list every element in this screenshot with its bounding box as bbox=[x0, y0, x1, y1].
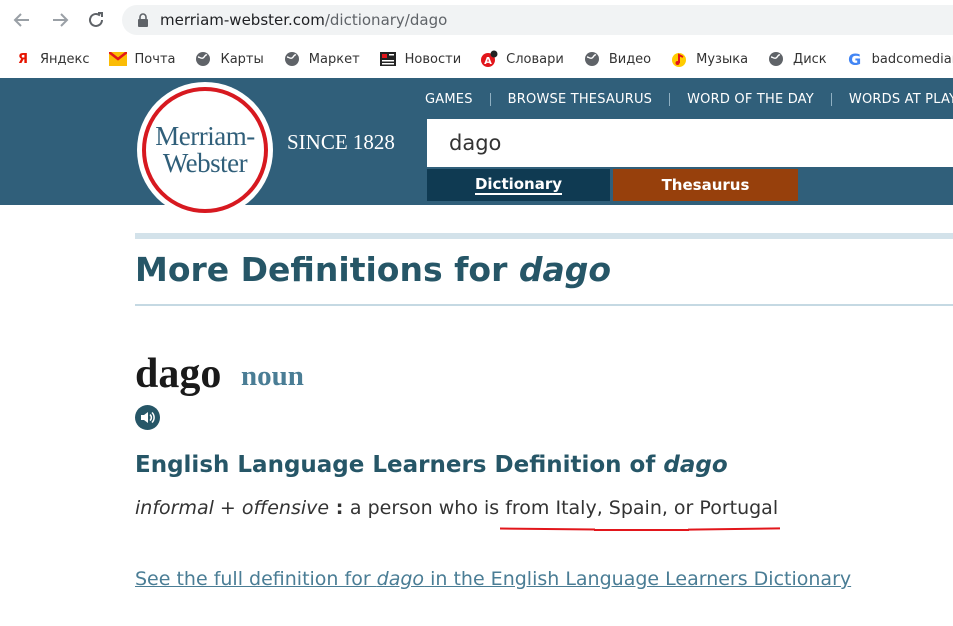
news-icon bbox=[379, 50, 397, 68]
top-navigation: GAMES BROWSE THESAURUS WORD OF THE DAY W… bbox=[425, 89, 953, 109]
reload-button[interactable] bbox=[84, 8, 108, 32]
bookmark-yandex[interactable]: Я Яндекс bbox=[14, 50, 90, 68]
bookmark-label: badcomedian - Г bbox=[871, 51, 953, 67]
bookmark-label: Почта bbox=[134, 51, 176, 67]
bookmark-video[interactable]: Видео bbox=[583, 50, 651, 68]
globe-icon bbox=[767, 50, 785, 68]
tab-thesaurus-label: Thesaurus bbox=[661, 176, 750, 194]
learner-title-word: dago bbox=[663, 452, 728, 478]
nav-browse-thesaurus[interactable]: BROWSE THESAURUS bbox=[508, 92, 652, 107]
nav-separator bbox=[830, 92, 832, 106]
dictionary-icon: A bbox=[480, 50, 498, 68]
logo-ring: Merriam- Webster bbox=[142, 87, 268, 213]
red-underline-annotation bbox=[687, 527, 781, 531]
bookmark-maps[interactable]: Карты bbox=[194, 50, 264, 68]
label-informal: informal bbox=[135, 497, 214, 519]
music-icon bbox=[670, 50, 688, 68]
globe-icon bbox=[283, 50, 301, 68]
section-title: More Definitions for dago bbox=[135, 250, 611, 289]
nav-word-of-the-day[interactable]: WORD OF THE DAY bbox=[687, 92, 814, 107]
nav-games[interactable]: GAMES bbox=[425, 92, 473, 107]
bookmark-mail[interactable]: Почта bbox=[108, 50, 176, 68]
bookmark-label: Новости bbox=[404, 51, 462, 67]
url-host: merriam-webster.com bbox=[160, 11, 325, 29]
bookmark-label: Словари bbox=[506, 51, 564, 67]
yandex-icon: Я bbox=[17, 51, 28, 67]
bookmark-label: Музыка bbox=[696, 51, 749, 67]
bookmark-label: Видео bbox=[608, 51, 652, 67]
tab-dictionary-label: Dictionary bbox=[474, 175, 563, 195]
bookmark-dictionaries[interactable]: A Словари bbox=[480, 50, 564, 68]
address-bar[interactable]: merriam-webster.com/dictionary/dago bbox=[122, 5, 953, 35]
red-underline-annotation bbox=[499, 527, 596, 531]
bookmark-label: Маркет bbox=[308, 51, 360, 67]
section-top-rule bbox=[135, 233, 953, 239]
since-label: SINCE 1828 bbox=[287, 130, 395, 154]
bookmarks-bar: Я Яндекс Почта Карты Маркет Новости A Сл… bbox=[0, 40, 953, 78]
bookmark-disk[interactable]: Диск bbox=[767, 50, 827, 68]
bookmark-music[interactable]: Музыка bbox=[670, 50, 748, 68]
bookmark-label: Карты bbox=[220, 51, 264, 67]
mail-icon bbox=[108, 50, 127, 68]
nav-words-at-play[interactable]: WORDS AT PLAY bbox=[849, 92, 953, 107]
search-value: dago bbox=[449, 131, 502, 155]
search-input[interactable]: dago bbox=[427, 119, 953, 167]
merriam-webster-logo[interactable]: Merriam- Webster bbox=[137, 82, 273, 218]
tab-thesaurus[interactable]: Thesaurus bbox=[613, 169, 798, 201]
tab-dictionary[interactable]: Dictionary bbox=[427, 169, 610, 201]
svg-text:A: A bbox=[484, 56, 492, 67]
logo-line-2: Webster bbox=[162, 148, 248, 178]
part-of-speech: noun bbox=[241, 360, 304, 392]
label-offensive: offensive bbox=[241, 497, 330, 519]
bookmark-label: Яндекс bbox=[40, 51, 90, 67]
bookmark-market[interactable]: Маркет bbox=[283, 50, 360, 68]
link-prefix: See the full definition for bbox=[135, 568, 377, 590]
red-underline-annotation bbox=[594, 529, 689, 531]
logo-line-1: Merriam- bbox=[155, 121, 255, 151]
arrow-right-icon bbox=[53, 13, 69, 27]
forward-button[interactable] bbox=[48, 8, 72, 32]
learner-definition-title: English Language Learners Definition of … bbox=[135, 452, 728, 478]
section-bottom-rule bbox=[135, 304, 953, 306]
section-title-prefix: More Definitions for bbox=[135, 250, 519, 289]
nav-separator bbox=[489, 92, 491, 106]
globe-icon bbox=[583, 50, 601, 68]
section-title-word: dago bbox=[518, 250, 612, 289]
bookmark-label: Диск bbox=[793, 51, 827, 67]
globe-icon bbox=[194, 50, 212, 68]
label-plus: + bbox=[213, 497, 242, 519]
back-button[interactable] bbox=[10, 8, 34, 32]
nav-separator bbox=[669, 92, 671, 106]
definition-text: a person who is from Italy, Spain, or Po… bbox=[349, 497, 779, 519]
arrow-left-icon bbox=[13, 13, 29, 27]
headword: dago bbox=[135, 351, 222, 397]
google-icon: G bbox=[848, 49, 862, 69]
definition-colon: : bbox=[329, 497, 350, 519]
browser-toolbar: merriam-webster.com/dictionary/dago bbox=[0, 0, 953, 40]
link-suffix: in the English Language Learners Diction… bbox=[424, 568, 852, 590]
full-definition-link[interactable]: See the full definition for dago in the … bbox=[135, 568, 851, 590]
speaker-icon bbox=[141, 411, 155, 424]
url-path: /dictionary/dago bbox=[324, 11, 448, 29]
pronunciation-button[interactable] bbox=[135, 405, 160, 430]
learner-title-prefix: English Language Learners Definition of bbox=[135, 452, 664, 478]
definition-line: informal + offensive : a person who is f… bbox=[135, 497, 778, 519]
link-word: dago bbox=[376, 568, 425, 590]
reload-icon bbox=[89, 12, 103, 27]
lock-icon bbox=[138, 13, 148, 27]
bookmark-news[interactable]: Новости bbox=[379, 50, 462, 68]
bookmark-badcomedian[interactable]: G badcomedian - Г bbox=[846, 49, 953, 69]
